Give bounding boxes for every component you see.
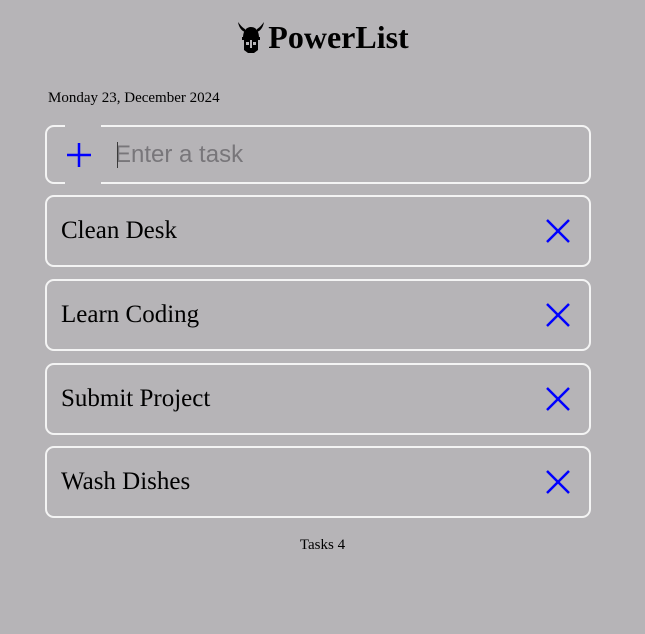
viking-helmet-icon: [238, 22, 265, 53]
text-caret: [117, 142, 118, 168]
close-icon[interactable]: [545, 469, 571, 495]
close-icon[interactable]: [545, 386, 571, 412]
task-item: Submit Project: [45, 363, 591, 435]
task-item: Clean Desk: [45, 195, 591, 267]
task-item: Wash Dishes: [45, 446, 591, 518]
app-title: PowerList: [268, 19, 409, 55]
plus-icon[interactable]: [65, 141, 93, 169]
task-input-container: [45, 125, 591, 184]
app-header: PowerList: [0, 14, 645, 60]
current-date: Monday 23, December 2024: [48, 90, 220, 106]
task-label: Learn Coding: [61, 301, 200, 328]
task-label: Wash Dishes: [61, 468, 191, 495]
task-label: Submit Project: [61, 385, 211, 412]
tasks-count: Tasks 4: [299, 537, 346, 553]
task-label: Clean Desk: [61, 217, 177, 244]
task-item: Learn Coding: [45, 279, 591, 351]
task-input[interactable]: [115, 137, 555, 173]
close-icon[interactable]: [545, 302, 571, 328]
close-icon[interactable]: [545, 218, 571, 244]
